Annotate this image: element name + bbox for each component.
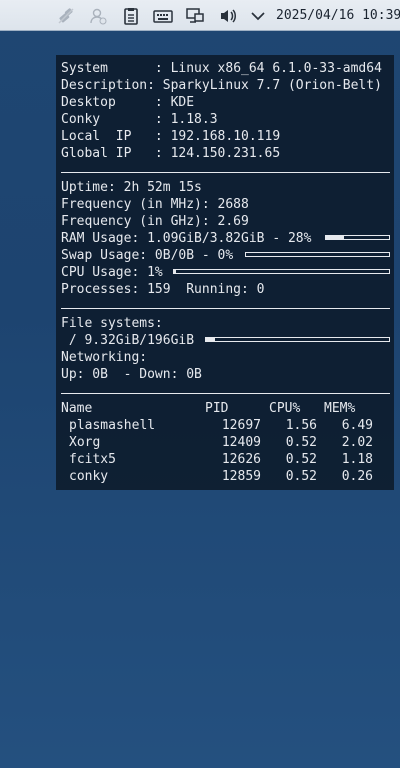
conky-widget: System : Linux x86_64 6.1.0-33-amd64 Des… (56, 55, 394, 490)
divider (61, 172, 390, 173)
col-mem: MEM% (324, 401, 356, 416)
top-panel: 2025/04/16 10:39 (0, 0, 400, 31)
processes-row: Processes: 159 Running: 0 (61, 282, 265, 297)
fs-header: File systems: (61, 316, 163, 331)
conky-version-row: Conky : 1.18.3 (61, 112, 218, 127)
uptime-row: Uptime: 2h 52m 15s (61, 180, 202, 195)
cpu-usage-bar (173, 269, 390, 274)
system-row: System : Linux x86_64 6.1.0-33-amd64 (61, 61, 382, 76)
col-cpu: CPU% (269, 401, 301, 416)
ram-usage-row: RAM Usage: 1.09GiB/3.82GiB - 28% (61, 231, 312, 246)
chevron-down-icon[interactable] (248, 6, 268, 26)
process-table-header: Name PID CPU% MEM% (61, 400, 390, 417)
col-pid: PID (205, 401, 229, 416)
local-ip-row: Local IP : 192.168.10.119 (61, 129, 281, 144)
col-name: Name (61, 401, 93, 416)
freq-mhz-row: Frequency (in MHz): 2688 (61, 197, 249, 212)
fs-root-bar (205, 337, 390, 342)
keyboard-icon[interactable] (153, 6, 173, 26)
volume-icon[interactable] (218, 6, 238, 26)
global-ip-row: Global IP : 124.150.231.65 (61, 146, 281, 161)
user-offline-icon[interactable] (88, 6, 108, 26)
clipboard-icon[interactable] (121, 6, 141, 26)
description-row: Description: SparkyLinux 7.7 (Orion-Belt… (61, 78, 382, 93)
display-icon[interactable] (185, 6, 205, 26)
net-header: Networking: (61, 350, 148, 365)
network-disabled-icon[interactable] (56, 6, 76, 26)
swap-usage-row: Swap Usage: 0B/0B - 0% (61, 248, 234, 263)
clock[interactable]: 2025/04/16 10:39 (276, 6, 400, 26)
table-row: fcitx5 12626 0.52 1.18 (69, 452, 373, 467)
desktop-row: Desktop : KDE (61, 95, 195, 110)
net-values-row: Up: 0B - Down: 0B (61, 367, 202, 382)
swap-usage-bar (245, 252, 390, 257)
ram-usage-bar (325, 235, 390, 240)
table-row: plasmashell 12697 1.56 6.49 (69, 418, 373, 433)
freq-ghz-row: Frequency (in GHz): 2.69 (61, 214, 249, 229)
divider (61, 393, 390, 394)
table-row: Xorg 12409 0.52 2.02 (69, 435, 373, 450)
table-row: conky 12859 0.52 0.26 (69, 469, 373, 484)
cpu-usage-row: CPU Usage: 1% (61, 265, 163, 280)
fs-root-row: / 9.32GiB/196GiB (61, 333, 195, 348)
divider (61, 308, 390, 309)
